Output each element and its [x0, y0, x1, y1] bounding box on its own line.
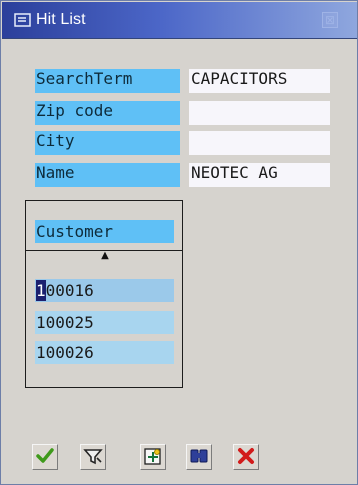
field-label-name: Name [35, 163, 180, 187]
field-label-searchterm: SearchTerm [35, 69, 180, 93]
hit-list-dialog: Hit List ⊠ SearchTerm CAPACITORS Zip cod… [0, 0, 358, 485]
close-icon[interactable]: ⊠ [322, 12, 338, 28]
field-label-city: City [35, 131, 180, 155]
dialog-title: Hit List [36, 11, 86, 28]
cancel-button[interactable] [233, 444, 259, 470]
field-label-zip-code: Zip code [35, 101, 180, 125]
hit-list-table: Customer ▲ 100016 100025 100026 [25, 200, 183, 388]
cancel-icon [238, 448, 254, 464]
binoculars-icon [190, 449, 208, 463]
new-search-icon [144, 448, 161, 465]
new-search-button[interactable] [140, 444, 166, 470]
dialog-toolbar [2, 431, 357, 484]
checkmark-icon [36, 448, 54, 463]
restrictions-button[interactable] [80, 444, 106, 470]
find-button[interactable] [186, 444, 212, 470]
field-value-searchterm: CAPACITORS [189, 69, 330, 93]
list-item-value: 00016 [45, 281, 94, 300]
hit-list-icon [14, 12, 32, 28]
field-value-city [189, 131, 330, 155]
title-bar[interactable]: Hit List ⊠ [2, 2, 357, 39]
list-item-100016[interactable]: 100016 [35, 279, 174, 302]
filter-icon [83, 449, 103, 465]
field-value-name: NEOTEC AG [189, 163, 330, 187]
text-cursor: 1 [36, 280, 46, 301]
close-glyph: ⊠ [324, 13, 336, 27]
field-value-zip-code [189, 101, 330, 125]
list-item-100025[interactable]: 100025 [35, 311, 174, 334]
list-item-100026[interactable]: 100026 [35, 341, 174, 364]
continue-button[interactable] [32, 444, 58, 470]
column-header-customer[interactable]: Customer [35, 220, 174, 243]
sort-ascending-icon[interactable]: ▲ [100, 251, 110, 261]
